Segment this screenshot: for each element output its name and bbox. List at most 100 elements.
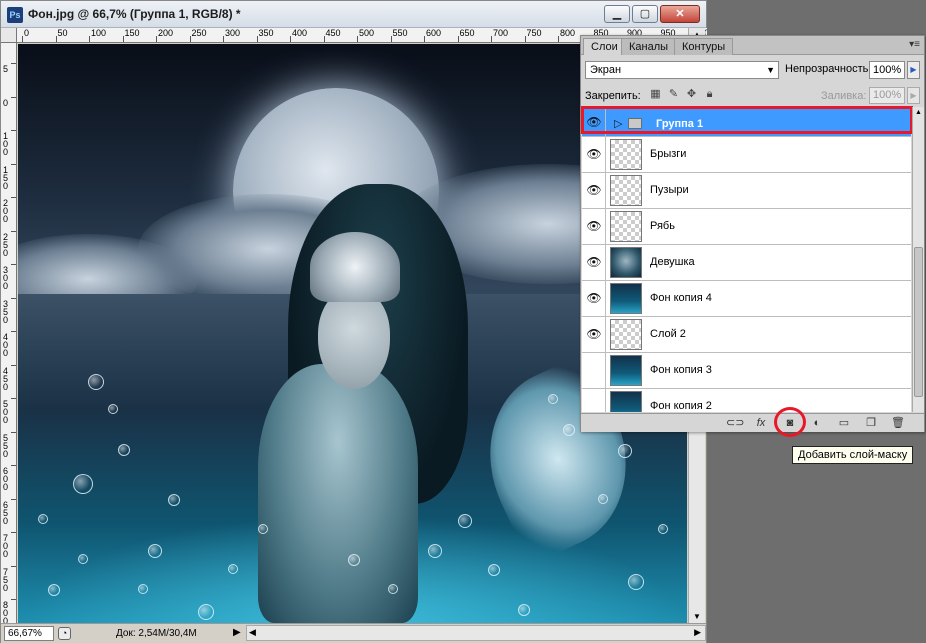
bubble bbox=[348, 554, 360, 566]
layer-row[interactable]: 👁︎ Девушка bbox=[582, 245, 911, 281]
status-info-icon[interactable]: ◔ bbox=[58, 627, 71, 640]
minimize-button[interactable]: ▁ bbox=[604, 5, 630, 23]
ruler-origin[interactable] bbox=[1, 28, 17, 43]
mermaid-face bbox=[318, 289, 390, 389]
lock-label: Закрепить: bbox=[585, 90, 641, 102]
fill-field[interactable]: 100% bbox=[869, 87, 905, 104]
layer-thumbnail bbox=[610, 139, 642, 170]
fill-slider-arrow-icon[interactable]: ▶ bbox=[907, 87, 920, 104]
ruler-tick-label: 700 bbox=[493, 28, 509, 38]
ruler-tick-label: 550 bbox=[392, 28, 408, 38]
ruler-tick bbox=[22, 36, 23, 42]
lock-all-icon[interactable]: 🔒︎ bbox=[703, 88, 716, 101]
trash-icon[interactable]: 🗑︎ bbox=[890, 416, 906, 431]
blend-mode-select[interactable]: Экран ▼ bbox=[585, 61, 779, 79]
ruler-tick-label: 8 0 0 bbox=[3, 600, 9, 624]
layer-row[interactable]: 👁︎ Рябь bbox=[582, 209, 911, 245]
horizontal-scrollbar[interactable]: ◀ ▶ bbox=[246, 625, 706, 641]
scroll-left-icon[interactable]: ◀ bbox=[249, 627, 256, 638]
title-bar[interactable]: Ps Фон.jpg @ 66,7% (Группа 1, RGB/8) * ▁… bbox=[1, 1, 706, 28]
bubble bbox=[73, 474, 93, 494]
ruler-tick bbox=[357, 36, 358, 42]
new-group-icon[interactable]: ▭ bbox=[836, 416, 852, 431]
close-icon: ✕ bbox=[675, 8, 685, 20]
layer-row[interactable]: 👁︎ Слой 2 bbox=[582, 317, 911, 353]
bubble bbox=[78, 554, 88, 564]
layer-row[interactable]: 👁︎ Пузыри bbox=[582, 173, 911, 209]
panel-menu-icon[interactable]: ▾≡ bbox=[909, 39, 920, 50]
layer-name: Девушка bbox=[650, 256, 695, 268]
visibility-toggle[interactable] bbox=[582, 389, 606, 412]
zoom-field[interactable]: 66,67% bbox=[4, 626, 54, 641]
visibility-toggle[interactable]: 👁︎ bbox=[582, 245, 606, 280]
bubble bbox=[518, 604, 530, 616]
layer-row[interactable]: Фон копия 3 bbox=[582, 353, 911, 389]
lock-position-icon[interactable]: ✥ bbox=[685, 88, 698, 101]
ruler-tick bbox=[256, 36, 258, 42]
ruler-tick-label: 1 5 0 bbox=[3, 164, 9, 191]
ruler-tick bbox=[11, 331, 16, 332]
scroll-up-icon[interactable]: ▲ bbox=[915, 109, 922, 116]
bubble bbox=[148, 544, 162, 558]
document-title: Фон.jpg @ 66,7% (Группа 1, RGB/8) * bbox=[28, 7, 241, 21]
maximize-button[interactable]: ▢ bbox=[632, 5, 658, 23]
bubble bbox=[38, 514, 48, 524]
scroll-right-icon[interactable]: ▶ bbox=[694, 627, 701, 638]
eye-icon: 👁︎ bbox=[586, 219, 602, 233]
bubble bbox=[228, 564, 238, 574]
vertical-ruler[interactable]: 5 0 1 0 0 1 5 0 2 0 0 2 5 0 3 0 0 3 5 0 4 0 0 4 5… bbox=[1, 43, 17, 623]
ruler-tick bbox=[122, 36, 124, 42]
layer-row[interactable]: Фон копия 2 bbox=[582, 389, 911, 412]
visibility-toggle[interactable]: 👁︎ bbox=[582, 209, 606, 244]
tab-paths[interactable]: Контуры bbox=[674, 38, 734, 55]
visibility-toggle[interactable] bbox=[582, 353, 606, 388]
visibility-toggle[interactable]: 👁︎ bbox=[582, 173, 606, 208]
layer-row[interactable]: 👁︎ Брызги bbox=[582, 137, 911, 173]
layer-row[interactable]: 👁︎ Фон копия 4 bbox=[582, 281, 911, 317]
chevron-down-icon: ▼ bbox=[766, 65, 775, 75]
visibility-toggle[interactable]: 👁︎ bbox=[582, 317, 606, 352]
new-layer-icon[interactable]: ❐ bbox=[863, 416, 879, 431]
bubble bbox=[388, 584, 398, 594]
bubble bbox=[198, 604, 214, 620]
visibility-toggle[interactable]: 👁︎ bbox=[582, 281, 606, 316]
bubble bbox=[118, 444, 130, 456]
ruler-tick bbox=[11, 599, 16, 600]
ruler-tick bbox=[491, 36, 492, 42]
ruler-tick bbox=[11, 197, 16, 198]
ruler-tick bbox=[89, 36, 90, 42]
ruler-tick-label: 5 0 0 bbox=[3, 399, 9, 425]
opacity-field[interactable]: 100% bbox=[869, 61, 905, 79]
visibility-toggle[interactable]: 👁︎ bbox=[582, 137, 606, 172]
ruler-tick-label: 4 5 0 bbox=[3, 365, 9, 392]
ruler-tick bbox=[11, 297, 16, 299]
close-button[interactable]: ✕ bbox=[660, 5, 700, 23]
fx-icon[interactable]: fx bbox=[753, 416, 769, 431]
bubble bbox=[618, 444, 632, 458]
ruler-tick bbox=[156, 36, 157, 42]
minimize-icon: ▁ bbox=[612, 8, 622, 20]
layer-thumbnail bbox=[610, 355, 642, 386]
bubble bbox=[598, 494, 608, 504]
bubble bbox=[428, 544, 442, 558]
lock-pixels-icon[interactable]: ✎ bbox=[667, 88, 680, 101]
ruler-tick bbox=[189, 36, 191, 42]
fill-label: Заливка: bbox=[821, 90, 867, 102]
blend-mode-value: Экран bbox=[590, 64, 622, 76]
layer-list: 👁︎ ▷ Группа 1 👁︎ Брызги 👁︎ Пузыри 👁︎ Рябь 👁︎ Девуш… bbox=[582, 107, 911, 412]
layer-list-scrollbar[interactable]: ▲ bbox=[912, 107, 924, 412]
ruler-tick-label: 3 0 0 bbox=[3, 265, 9, 291]
adjustment-icon[interactable]: ◐ bbox=[809, 416, 825, 431]
ruler-tick-label: 2 0 0 bbox=[3, 198, 9, 224]
link-icon[interactable]: ⊂⊃ bbox=[726, 416, 744, 431]
scrollbar-thumb[interactable] bbox=[914, 247, 923, 397]
ruler-tick-label: 500 bbox=[359, 28, 375, 38]
lock-transparency-icon[interactable]: ▦ bbox=[649, 88, 662, 101]
opacity-slider-arrow-icon[interactable]: ▶ bbox=[907, 61, 920, 79]
scroll-down-icon[interactable]: ▼ bbox=[693, 612, 701, 621]
tab-layers[interactable]: Слои bbox=[583, 38, 626, 55]
ruler-tick-label: 1 0 0 bbox=[3, 131, 9, 157]
status-menu-arrow[interactable]: ▶ bbox=[233, 627, 241, 638]
ruler-tick bbox=[11, 498, 16, 500]
tab-channels[interactable]: Каналы bbox=[621, 38, 677, 55]
